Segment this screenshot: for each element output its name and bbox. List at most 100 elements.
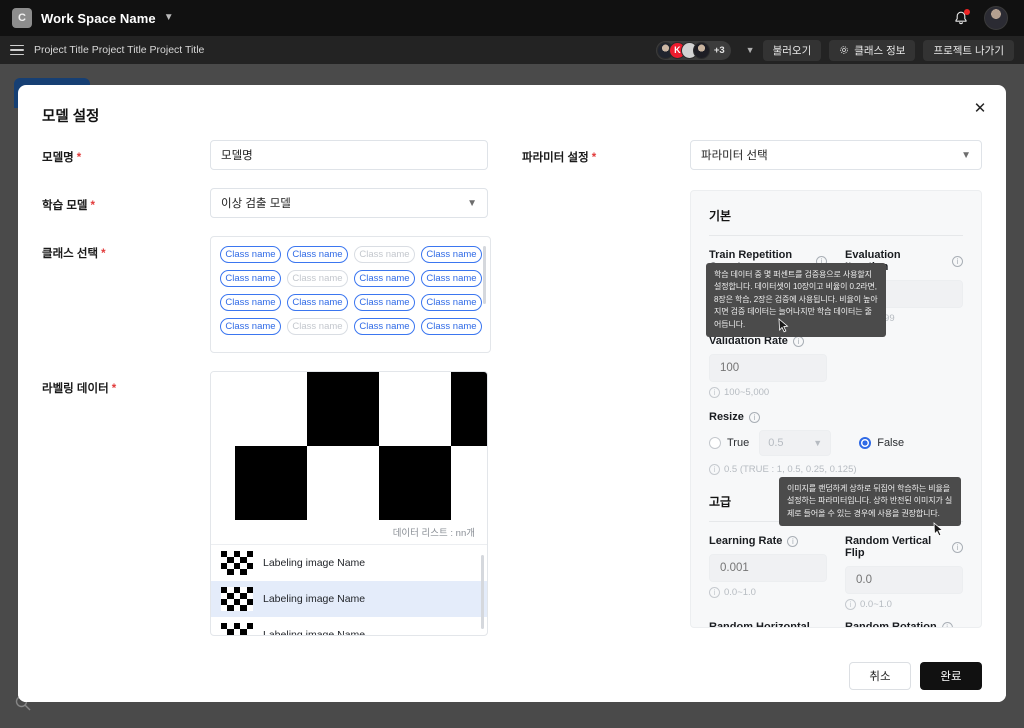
info-icon[interactable]: i <box>941 621 953 627</box>
load-button-label: 불러오기 <box>772 44 812 57</box>
info-icon[interactable]: i <box>792 335 804 347</box>
class-chip-box: Class name Class name Class name Class name… <box>210 236 491 353</box>
class-info-button[interactable]: 클래스 정보 <box>829 39 916 61</box>
list-item[interactable]: Labeling image Name <box>211 617 487 636</box>
class-chip[interactable]: Class name <box>354 294 415 311</box>
leave-project-button[interactable]: 프로젝트 나가기 <box>923 39 1014 61</box>
class-chip[interactable]: Class name <box>354 270 415 287</box>
labeling-data-label-text: 라벨링 데이터 <box>42 383 109 395</box>
class-chip[interactable]: Class name <box>287 270 348 287</box>
modal-body: 모델명* 학습 모델* 이상 검출 모델 ▼ <box>18 140 1006 650</box>
class-chip[interactable]: Class name <box>220 318 281 335</box>
validation-rate-tooltip: 학습 데이터 중 몇 퍼센트를 검증용으로 사용할지 설정합니다. 데이터셋이 … <box>706 263 886 337</box>
class-chip[interactable]: Class name <box>287 318 348 335</box>
info-icon: i <box>709 387 720 398</box>
list-item-label: Labeling image Name <box>263 557 366 569</box>
labeling-data-box: 데이터 리스트 : nn개 Labeling image Name Labelin… <box>210 371 488 636</box>
parameter-select[interactable]: 파라미터 선택 ▼ <box>690 140 982 170</box>
info-icon[interactable]: i <box>952 255 963 267</box>
resize-select-value: 0.5 <box>768 437 784 449</box>
class-chip[interactable]: Class name <box>354 246 415 263</box>
class-chip[interactable]: Class name <box>421 246 482 263</box>
notification-dot <box>964 9 970 15</box>
chevron-down-icon: ▼ <box>467 197 477 209</box>
thumbnail-tile <box>247 635 253 636</box>
workspace-logo: C <box>12 8 32 28</box>
app-root: C Work Space Name ▼ Project Title Projec… <box>0 0 1024 728</box>
members-chevron-down-icon[interactable]: ▼ <box>746 45 755 55</box>
class-select-field-row: 클래스 선택 * Class name Class name Class name Cl… <box>42 236 491 353</box>
train-model-selected-value: 이상 검출 모델 <box>221 198 291 210</box>
class-info-button-label: 클래스 정보 <box>854 44 906 57</box>
info-icon[interactable]: i <box>816 628 827 629</box>
train-model-field-row: 학습 모델 * 이상 검출 모델 ▼ <box>42 188 488 218</box>
info-icon: i <box>709 464 720 475</box>
resize-true-radio[interactable]: True <box>709 437 749 449</box>
project-title: Project Title Project Title Project Titl… <box>34 44 205 56</box>
thumbnail-tile <box>234 635 240 636</box>
thumbnail-tile <box>227 605 234 611</box>
class-chip[interactable]: Class name <box>220 270 281 287</box>
done-button[interactable]: 완료 <box>920 662 982 690</box>
random-vertical-flip-input[interactable] <box>845 566 963 594</box>
modal-footer: 취소 완료 <box>18 650 1006 702</box>
member-avatar-group[interactable]: K +3 <box>655 40 731 60</box>
advanced-row-1: Learning Rate i i 0.0~1.0 <box>709 535 963 610</box>
list-item-label: Labeling image Name <box>263 629 366 636</box>
gear-icon <box>840 46 848 54</box>
resize-label: Resize i <box>709 411 963 423</box>
learning-rate-group: Learning Rate i i 0.0~1.0 <box>709 535 827 610</box>
load-button[interactable]: 불러오기 <box>762 39 822 61</box>
top-bar-right <box>952 6 1012 30</box>
thumbnail-tile <box>246 599 253 605</box>
thumbnail-tile <box>221 635 227 636</box>
parameter-panel: 기본 Train Repetition Count i <box>690 190 982 628</box>
info-icon[interactable]: i <box>748 411 760 423</box>
workspace-chevron-down-icon[interactable]: ▼ <box>164 13 174 23</box>
resize-value-select[interactable]: 0.5 ▼ <box>759 430 832 456</box>
top-bar: C Work Space Name ▼ <box>0 0 1024 36</box>
class-scrollbar[interactable] <box>483 246 486 304</box>
class-chip[interactable]: Class name <box>421 270 482 287</box>
required-mark: * <box>90 200 95 212</box>
info-icon[interactable]: i <box>787 535 799 547</box>
validation-rate-input[interactable] <box>709 354 827 382</box>
class-select-label: 클래스 선택 * <box>42 236 210 353</box>
class-chip[interactable]: Class name <box>220 246 281 263</box>
list-item[interactable]: Labeling image Name <box>211 581 487 617</box>
chevron-down-icon: ▼ <box>813 438 823 448</box>
validation-rate-hint: i 100~5,000 <box>709 387 827 398</box>
parameter-panel-control: 기본 Train Repetition Count i <box>690 188 982 628</box>
random-horizontal-flip-group: Random Horizontal Flip i i <box>709 621 827 629</box>
leave-project-button-label: 프로젝트 나가기 <box>933 44 1004 57</box>
train-model-select[interactable]: 이상 검출 모델 ▼ <box>210 188 488 218</box>
cancel-button[interactable]: 취소 <box>849 662 911 690</box>
list-item-thumbnail <box>221 623 253 636</box>
radio-dot <box>859 437 872 449</box>
close-icon[interactable]: ✕ <box>970 98 990 118</box>
hamburger-icon[interactable] <box>10 44 24 56</box>
class-chip[interactable]: Class name <box>421 294 482 311</box>
model-name-control <box>210 140 488 170</box>
model-name-field-row: 모델명 * <box>42 140 488 170</box>
info-icon[interactable]: i <box>952 541 963 553</box>
model-settings-modal: 모델 설정 ✕ 모델명* 학습 모델* <box>18 85 1006 702</box>
random-horizontal-flip-label: Random Horizontal Flip i <box>709 621 827 629</box>
class-chip[interactable]: Class name <box>287 246 348 263</box>
class-chip[interactable]: Class name <box>220 294 281 311</box>
required-mark: * <box>591 152 597 164</box>
bell-icon[interactable] <box>952 9 970 27</box>
class-chip[interactable]: Class name <box>287 294 348 311</box>
class-chip[interactable]: Class name <box>354 318 415 335</box>
avatar[interactable] <box>984 6 1008 30</box>
resize-false-radio[interactable]: False <box>859 437 904 449</box>
thumbnail-tile <box>246 587 253 593</box>
list-item[interactable]: Labeling image Name <box>211 545 487 581</box>
info-icon: i <box>709 587 720 598</box>
class-chip[interactable]: Class name <box>421 318 482 335</box>
class-chip-grid: Class name Class name Class name Class name… <box>220 246 482 335</box>
parameter-label: 파라미터 설정 * <box>522 140 690 170</box>
model-name-input[interactable] <box>210 140 488 170</box>
learning-rate-input[interactable] <box>709 554 827 582</box>
data-list-scrollbar[interactable] <box>481 555 484 629</box>
